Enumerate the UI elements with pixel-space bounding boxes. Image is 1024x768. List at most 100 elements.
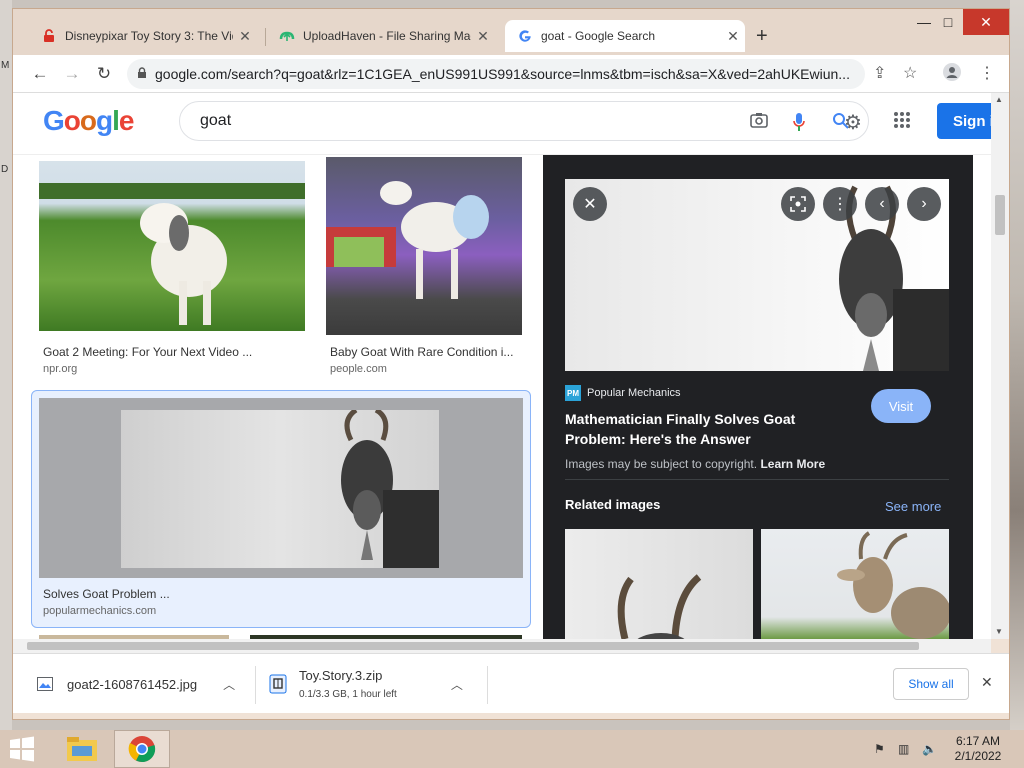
taskbar: ⚑ ▥ 🔈 6:17 AM 2/1/2022 <box>0 730 1024 768</box>
tab-title: goat - Google Search <box>541 29 656 43</box>
clock-date: 2/1/2022 <box>954 749 1002 763</box>
volume-muted-icon[interactable]: 🔈 <box>922 742 937 756</box>
more-options-icon[interactable]: ⋮ <box>823 187 857 221</box>
result-image-baby-goat[interactable] <box>326 157 522 335</box>
panel-source[interactable]: PM Popular Mechanics <box>565 385 681 401</box>
desktop-letter: M <box>1 60 10 71</box>
red-lock-icon <box>41 28 57 44</box>
microphone-icon[interactable] <box>792 112 806 137</box>
related-image[interactable] <box>761 529 949 639</box>
lock-icon <box>137 66 147 82</box>
divider <box>565 479 949 480</box>
windows-start-icon[interactable] <box>8 736 36 762</box>
download-progress: 0.1/3.3 GB, 1 hour left <box>299 689 397 700</box>
scroll-thumb[interactable] <box>27 642 919 650</box>
related-image[interactable] <box>565 529 753 639</box>
tab-strip: Disneypixar Toy Story 3: The Vide ✕ Uplo… <box>13 9 1009 55</box>
chevron-up-icon[interactable]: ︿ <box>451 676 463 693</box>
previous-arrow-icon[interactable]: ‹ <box>865 187 899 221</box>
tab-close-icon[interactable]: ✕ <box>237 28 253 45</box>
tab-uploadhaven[interactable]: UploadHaven - File Sharing Made ✕ <box>267 20 491 52</box>
result-caption[interactable]: Solves Goat Problem ... <box>43 587 170 601</box>
scroll-thumb[interactable] <box>995 195 1005 235</box>
result-caption[interactable]: Goat 2 Meeting: For Your Next Video ... <box>43 345 252 359</box>
google-g-icon <box>517 28 533 44</box>
horizontal-scrollbar[interactable] <box>13 639 991 653</box>
system-clock[interactable]: 6:17 AM 2/1/2022 <box>948 734 1008 764</box>
popular-mechanics-logo: PM <box>565 385 581 401</box>
result-source: npr.org <box>43 363 78 375</box>
uploadhaven-icon <box>279 28 295 44</box>
next-arrow-icon[interactable]: › <box>907 187 941 221</box>
chrome-menu-icon[interactable]: ⋮ <box>979 63 995 83</box>
apps-grid-icon[interactable] <box>893 111 911 134</box>
related-images-heading: Related images <box>565 497 661 512</box>
bookmark-star-icon[interactable]: ☆ <box>903 63 917 83</box>
browser-toolbar: ← → ↻ google.com/search?q=goat&rlz=1C1GE… <box>13 55 1009 93</box>
tab-close-icon[interactable]: ✕ <box>725 28 741 45</box>
download-filename: goat2-1608761452.jpg <box>67 676 198 692</box>
search-query: goat <box>200 112 232 129</box>
back-arrow-icon[interactable]: ← <box>29 63 51 85</box>
scroll-up-icon[interactable]: ▲ <box>995 95 1003 104</box>
lens-search-icon[interactable] <box>781 187 815 221</box>
file-explorer-icon[interactable] <box>54 730 110 768</box>
download-item[interactable]: goat2-1608761452.jpg ︿ <box>37 654 235 714</box>
copyright-text: Images may be subject to copyright. <box>565 457 758 471</box>
network-icon[interactable]: ▥ <box>898 742 909 756</box>
download-filename: Toy.Story.3.zip <box>299 668 383 683</box>
sign-in-button[interactable]: Sign i <box>937 103 991 139</box>
image-file-icon <box>37 677 53 691</box>
see-more-link[interactable]: See more <box>885 499 941 514</box>
source-name: Popular Mechanics <box>587 387 681 399</box>
tab-google-search[interactable]: goat - Google Search ✕ <box>505 20 745 52</box>
image-preview-panel: ✕ ⋮ ‹ › PM Popular Mechanics Mathematici… <box>543 155 973 639</box>
clock-time: 6:17 AM <box>955 734 1001 748</box>
divider <box>487 666 488 704</box>
close-download-bar-icon[interactable]: ✕ <box>981 674 993 691</box>
download-item[interactable]: Toy.Story.3.zip 0.1/3.3 GB, 1 hour left … <box>269 654 463 714</box>
close-window-button[interactable]: ✕ <box>963 9 1009 35</box>
search-input[interactable]: goat ⚙ <box>179 101 869 141</box>
tab-toy-story[interactable]: Disneypixar Toy Story 3: The Vide ✕ <box>29 20 253 52</box>
google-header: Google goat ⚙ Sign i <box>13 93 991 155</box>
result-image-goat-portrait[interactable] <box>39 398 523 578</box>
chevron-up-icon[interactable]: ︿ <box>223 676 235 693</box>
result-caption[interactable]: Baby Goat With Rare Condition i... <box>330 345 513 359</box>
copyright-notice: Images may be subject to copyright. Lear… <box>565 457 825 471</box>
desktop-letter: D <box>1 164 9 175</box>
address-bar[interactable]: google.com/search?q=goat&rlz=1C1GEA_enUS… <box>127 59 865 89</box>
desktop-left-edge: M D <box>0 0 12 730</box>
google-doodle-logo[interactable]: Google <box>43 105 134 137</box>
result-source: people.com <box>330 363 387 375</box>
tab-title: Disneypixar Toy Story 3: The Vide <box>65 29 233 43</box>
scroll-down-icon[interactable]: ▼ <box>995 627 1003 636</box>
show-all-button[interactable]: Show all <box>893 668 969 700</box>
chrome-taskbar-icon[interactable] <box>114 730 170 768</box>
desktop-background <box>1010 0 1024 730</box>
tab-close-icon[interactable]: ✕ <box>475 28 491 45</box>
forward-arrow-icon[interactable]: → <box>61 63 83 85</box>
settings-gear-icon[interactable]: ⚙ <box>844 110 862 135</box>
learn-more-link[interactable]: Learn More <box>760 457 825 471</box>
divider <box>255 666 256 704</box>
download-bar: goat2-1608761452.jpg ︿ Toy.Story.3.zip 0… <box>13 653 1009 713</box>
result-source: popularmechanics.com <box>43 605 157 617</box>
result-image-goat-field[interactable] <box>39 161 305 331</box>
camera-lens-icon[interactable] <box>750 112 768 133</box>
panel-title[interactable]: Mathematician Finally Solves Goat Proble… <box>565 409 845 449</box>
reload-icon[interactable]: ↻ <box>93 63 115 85</box>
url-text: google.com/search?q=goat&rlz=1C1GEA_enUS… <box>155 66 850 82</box>
profile-avatar-icon[interactable] <box>943 63 961 86</box>
new-tab-button[interactable]: + <box>756 25 768 48</box>
vertical-scrollbar[interactable]: ▲ ▼ <box>991 93 1009 639</box>
close-panel-icon[interactable]: ✕ <box>573 187 607 221</box>
action-center-flag-icon[interactable]: ⚑ <box>874 742 885 756</box>
web-page: Google goat ⚙ Sign i Goat 2 Meeting: For… <box>13 93 991 639</box>
zip-file-icon <box>269 674 287 694</box>
tab-title: UploadHaven - File Sharing Made <box>303 29 471 43</box>
visit-button[interactable]: Visit <box>871 389 931 423</box>
share-icon[interactable]: ⇪ <box>873 63 886 83</box>
browser-window: Disneypixar Toy Story 3: The Vide ✕ Uplo… <box>12 8 1010 720</box>
tab-separator <box>265 28 266 46</box>
